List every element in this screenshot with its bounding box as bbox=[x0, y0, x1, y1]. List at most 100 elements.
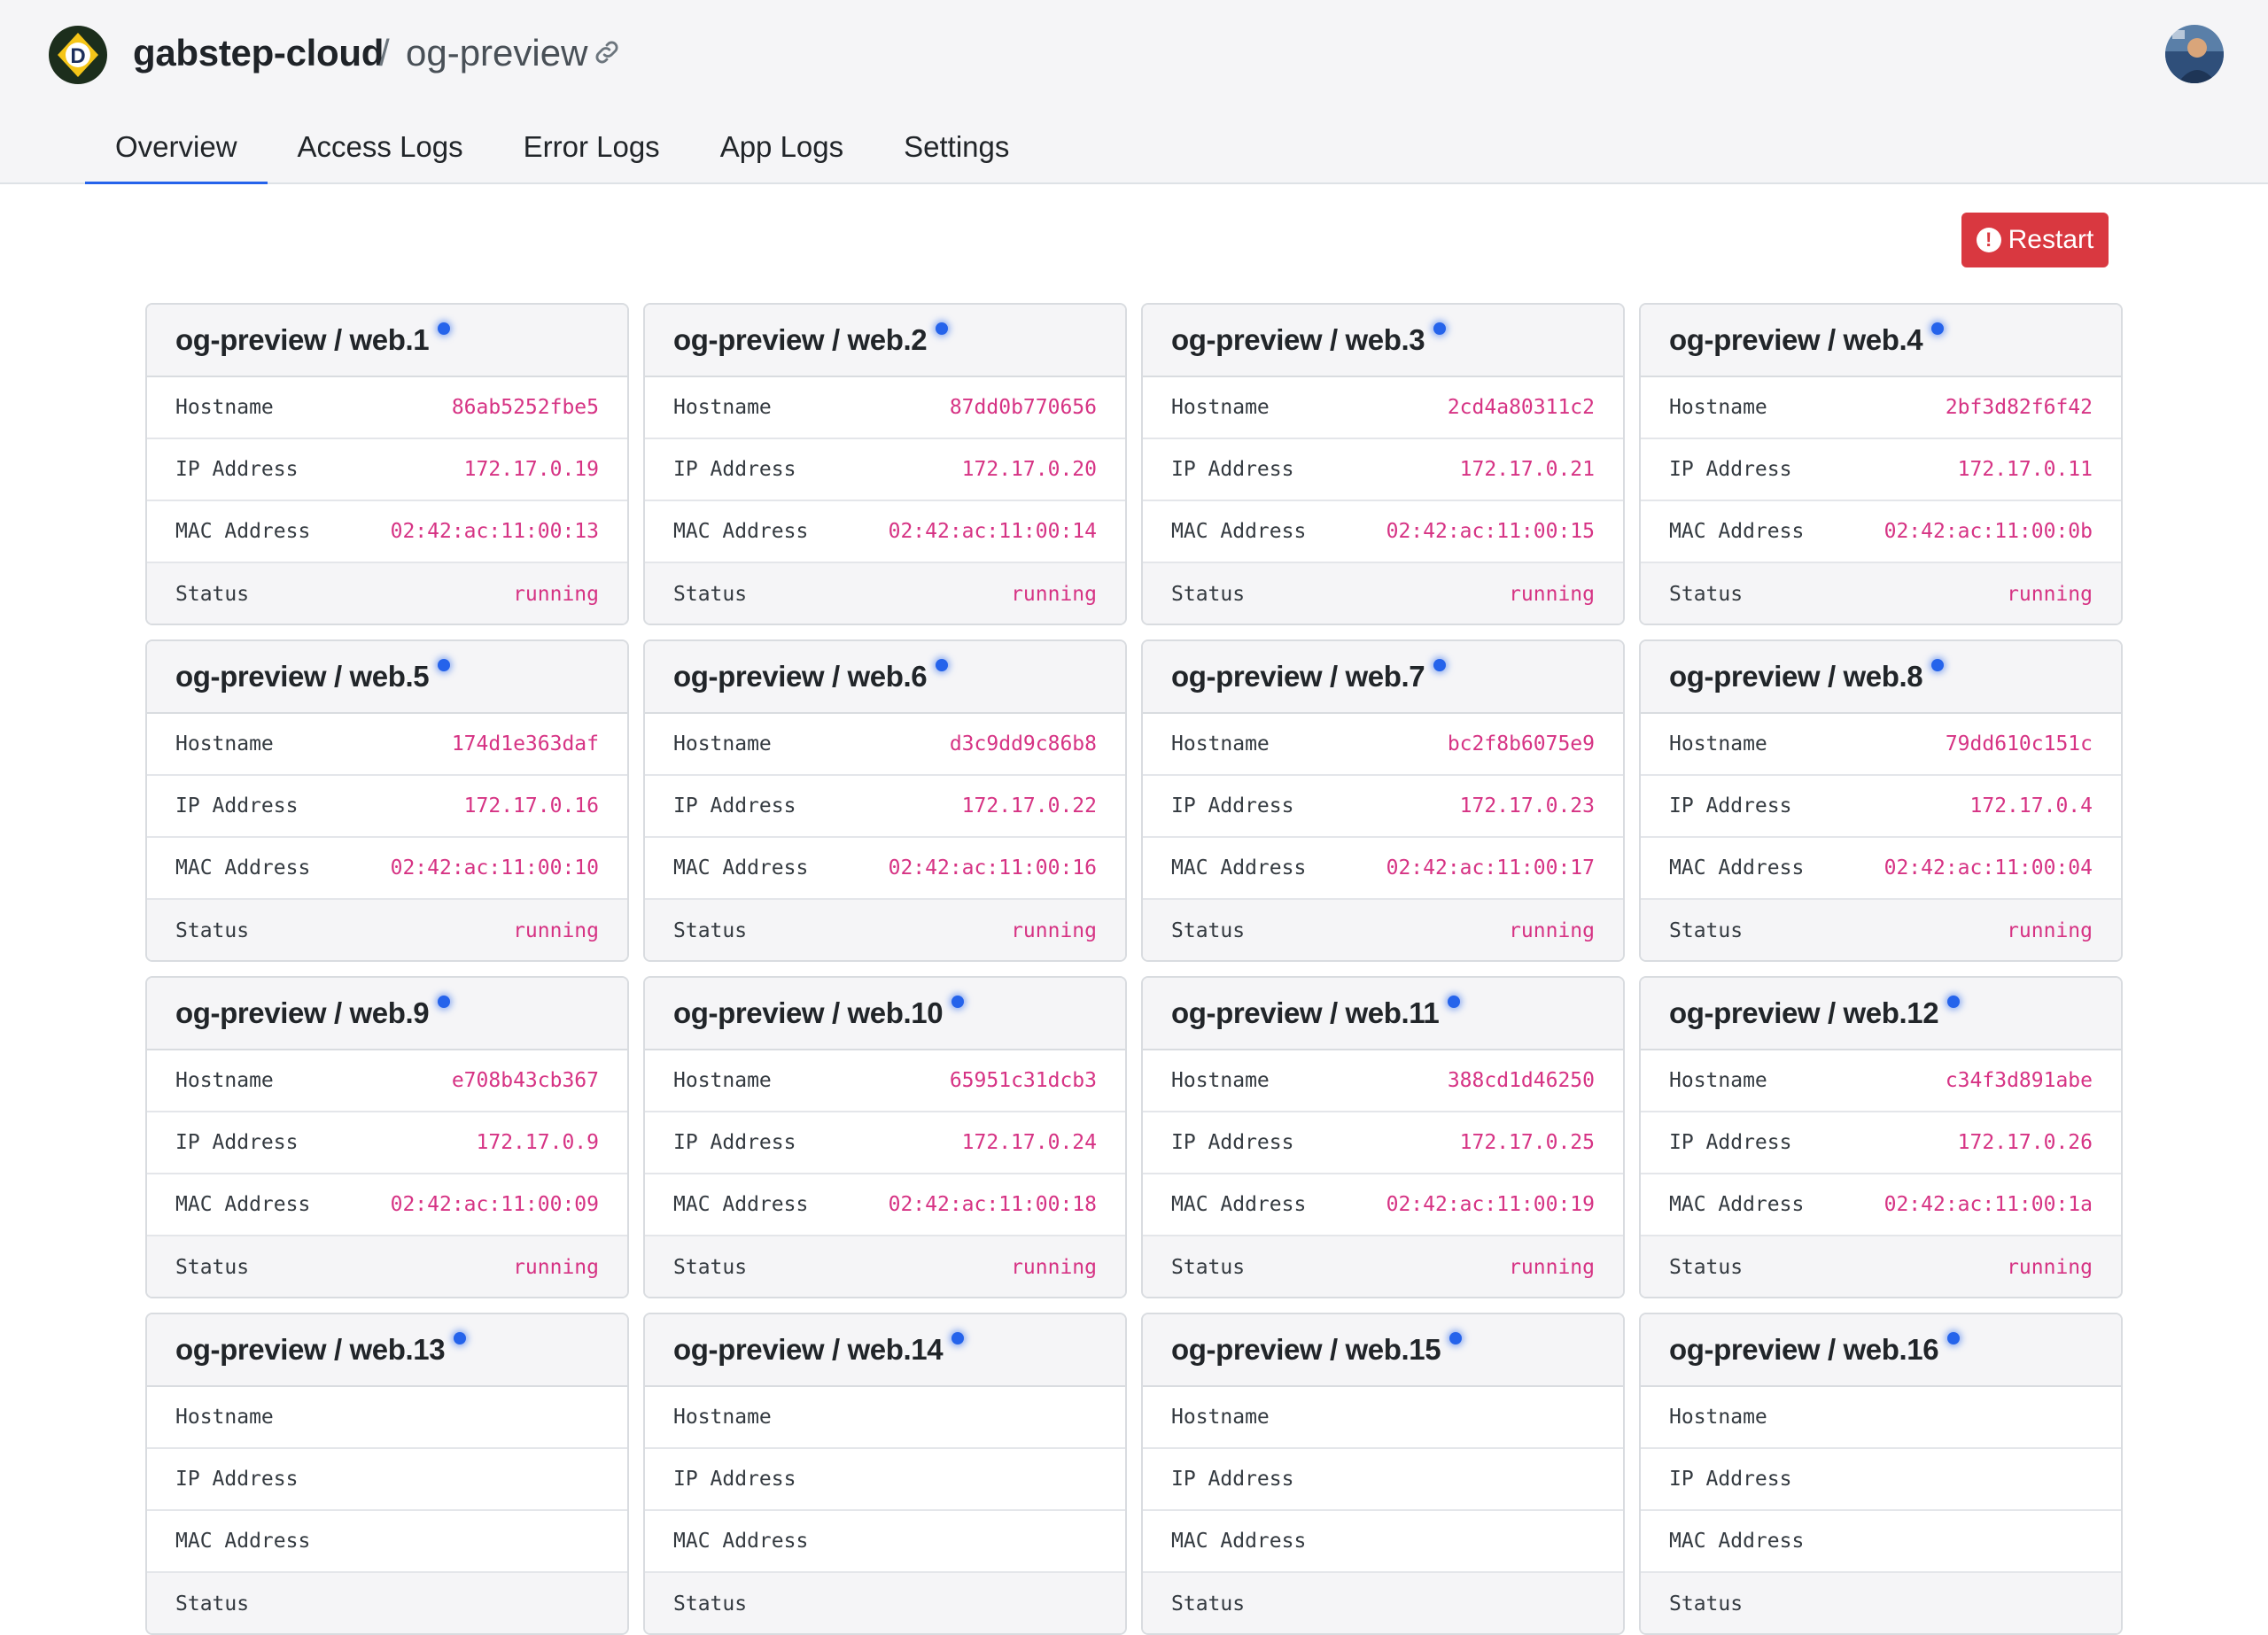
tab-access-logs[interactable]: Access Logs bbox=[268, 124, 493, 184]
ip-label: IP Address bbox=[673, 1131, 796, 1154]
ip-label: IP Address bbox=[1171, 1131, 1294, 1154]
hostname-row: Hostname bbox=[1143, 1387, 1623, 1449]
restart-button[interactable]: ! Restart bbox=[1961, 213, 2109, 267]
mac-label: MAC Address bbox=[1669, 1530, 1805, 1553]
ip-value: 172.17.0.25 bbox=[1459, 1131, 1595, 1154]
ip-label: IP Address bbox=[1171, 458, 1294, 481]
ip-label: IP Address bbox=[175, 794, 299, 818]
ip-label: IP Address bbox=[673, 1468, 796, 1491]
container-card: og-preview / web.6 Hostname d3c9dd9c86b8 IP… bbox=[643, 639, 1127, 962]
tab-error-logs[interactable]: Error Logs bbox=[493, 124, 690, 184]
status-label: Status bbox=[175, 1592, 250, 1616]
mac-value: 02:42:ac:11:00:1a bbox=[1884, 1193, 2093, 1216]
container-name: og-preview / web.12 bbox=[1669, 996, 1939, 1029]
hostname-label: Hostname bbox=[1669, 1069, 1767, 1092]
hostname-row: Hostname 65951c31dcb3 bbox=[645, 1050, 1125, 1112]
status-value: running bbox=[513, 919, 599, 942]
mac-value: 02:42:ac:11:00:19 bbox=[1386, 1193, 1595, 1216]
ip-row: IP Address 172.17.0.9 bbox=[147, 1112, 627, 1174]
hostname-value: d3c9dd9c86b8 bbox=[949, 732, 1097, 756]
ip-value: 172.17.0.22 bbox=[961, 794, 1097, 818]
container-name: og-preview / web.8 bbox=[1669, 660, 1923, 693]
container-name: og-preview / web.2 bbox=[673, 323, 928, 356]
tab-settings[interactable]: Settings bbox=[874, 124, 1039, 184]
container-card: og-preview / web.1 Hostname 86ab5252fbe5 IP… bbox=[145, 303, 629, 625]
card-header: og-preview / web.15 bbox=[1143, 1314, 1623, 1387]
card-header: og-preview / web.8 bbox=[1641, 641, 2121, 714]
status-dot-icon bbox=[454, 1332, 467, 1344]
mac-value: 02:42:ac:11:00:09 bbox=[390, 1193, 599, 1216]
card-header: og-preview / web.5 bbox=[147, 641, 627, 714]
status-dot-icon bbox=[951, 996, 965, 1008]
hostname-label: Hostname bbox=[673, 1069, 772, 1092]
hostname-value: 87dd0b770656 bbox=[949, 396, 1097, 419]
status-value: running bbox=[2007, 919, 2093, 942]
link-icon[interactable] bbox=[592, 37, 622, 67]
status-dot-icon bbox=[1947, 1332, 1961, 1344]
card-header: og-preview / web.6 bbox=[645, 641, 1125, 714]
ip-label: IP Address bbox=[1669, 1131, 1792, 1154]
hostname-row: Hostname 87dd0b770656 bbox=[645, 377, 1125, 439]
user-avatar[interactable] bbox=[2165, 25, 2224, 83]
mac-label: MAC Address bbox=[1669, 856, 1805, 879]
ip-row: IP Address 172.17.0.4 bbox=[1641, 776, 2121, 838]
mac-row: MAC Address 02:42:ac:11:00:18 bbox=[645, 1174, 1125, 1236]
breadcrumb-separator: / bbox=[379, 32, 390, 74]
container-name: og-preview / web.15 bbox=[1171, 1333, 1441, 1366]
mac-row: MAC Address 02:42:ac:11:00:10 bbox=[147, 838, 627, 900]
hostname-row: Hostname bc2f8b6075e9 bbox=[1143, 714, 1623, 776]
card-header: og-preview / web.13 bbox=[147, 1314, 627, 1387]
card-header: og-preview / web.16 bbox=[1641, 1314, 2121, 1387]
mac-label: MAC Address bbox=[1669, 1193, 1805, 1216]
svg-text:D: D bbox=[70, 44, 85, 68]
status-row: Status bbox=[147, 1573, 627, 1633]
hostname-label: Hostname bbox=[1171, 1406, 1270, 1429]
mac-row: MAC Address 02:42:ac:11:00:16 bbox=[645, 838, 1125, 900]
mac-row: MAC Address bbox=[645, 1511, 1125, 1573]
mac-value: 02:42:ac:11:00:15 bbox=[1386, 520, 1595, 543]
mac-label: MAC Address bbox=[673, 856, 809, 879]
status-dot-icon bbox=[1448, 996, 1461, 1008]
status-row: Status running bbox=[1143, 563, 1623, 624]
ip-row: IP Address 172.17.0.22 bbox=[645, 776, 1125, 838]
mac-row: MAC Address 02:42:ac:11:00:09 bbox=[147, 1174, 627, 1236]
status-dot-icon bbox=[936, 322, 949, 335]
container-card: og-preview / web.4 Hostname 2bf3d82f6f42 IP… bbox=[1639, 303, 2123, 625]
status-label: Status bbox=[673, 1256, 748, 1279]
ip-value: 172.17.0.23 bbox=[1459, 794, 1595, 818]
container-name: og-preview / web.7 bbox=[1171, 660, 1425, 693]
ip-row: IP Address bbox=[1143, 1449, 1623, 1511]
container-card: og-preview / web.15 Hostname IP Address MAC… bbox=[1141, 1313, 1625, 1635]
card-header: og-preview / web.11 bbox=[1143, 978, 1623, 1050]
ip-label: IP Address bbox=[1669, 458, 1792, 481]
container-name: og-preview / web.10 bbox=[673, 996, 944, 1029]
card-header: og-preview / web.9 bbox=[147, 978, 627, 1050]
hostname-row: Hostname 79dd610c151c bbox=[1641, 714, 2121, 776]
tab-overview[interactable]: Overview bbox=[85, 124, 268, 184]
card-header: og-preview / web.10 bbox=[645, 978, 1125, 1050]
ip-label: IP Address bbox=[1171, 794, 1294, 818]
tab-app-logs[interactable]: App Logs bbox=[690, 124, 874, 184]
mac-row: MAC Address 02:42:ac:11:00:1a bbox=[1641, 1174, 2121, 1236]
status-label: Status bbox=[175, 1256, 250, 1279]
hostname-row: Hostname 174d1e363daf bbox=[147, 714, 627, 776]
mac-label: MAC Address bbox=[673, 520, 809, 543]
hostname-label: Hostname bbox=[673, 732, 772, 756]
status-row: Status running bbox=[1641, 900, 2121, 960]
container-card: og-preview / web.11 Hostname 388cd1d46250 I… bbox=[1141, 976, 1625, 1298]
status-row: Status bbox=[1641, 1573, 2121, 1633]
mac-label: MAC Address bbox=[175, 1530, 311, 1553]
mac-value: 02:42:ac:11:00:0b bbox=[1884, 520, 2093, 543]
mac-row: MAC Address bbox=[1143, 1511, 1623, 1573]
app-logo-icon[interactable]: D bbox=[48, 25, 108, 85]
mac-label: MAC Address bbox=[175, 520, 311, 543]
mac-value: 02:42:ac:11:00:16 bbox=[888, 856, 1097, 879]
mac-row: MAC Address bbox=[1641, 1511, 2121, 1573]
status-row: Status bbox=[1143, 1573, 1623, 1633]
hostname-value: 86ab5252fbe5 bbox=[451, 396, 599, 419]
org-name[interactable]: gabstep-cloud bbox=[133, 32, 384, 74]
hostname-label: Hostname bbox=[175, 396, 274, 419]
status-dot-icon bbox=[951, 1332, 965, 1344]
ip-row: IP Address 172.17.0.23 bbox=[1143, 776, 1623, 838]
ip-row: IP Address 172.17.0.21 bbox=[1143, 439, 1623, 501]
